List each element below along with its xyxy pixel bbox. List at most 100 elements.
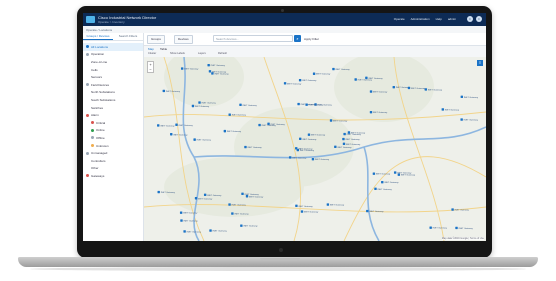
device-marker[interactable]: [231, 212, 234, 215]
menu-help[interactable]: Help: [436, 17, 442, 21]
device-marker[interactable]: [258, 123, 261, 127]
refresh-button[interactable]: Refresh: [218, 52, 227, 55]
device-marker[interactable]: [295, 147, 298, 150]
device-marker[interactable]: [429, 226, 432, 229]
tab-search-filters[interactable]: Search Filters: [113, 33, 143, 40]
device-marker[interactable]: [455, 226, 458, 230]
device-marker[interactable]: [223, 129, 227, 133]
sidebar-item[interactable]: Switches: [83, 104, 143, 112]
device-marker[interactable]: [228, 113, 231, 116]
device-marker[interactable]: [203, 193, 207, 197]
menu-user[interactable]: admin: [448, 17, 456, 21]
device-marker[interactable]: [392, 85, 395, 89]
show-labels-toggle[interactable]: Show Labels: [170, 52, 185, 55]
device-marker[interactable]: [298, 78, 302, 82]
device-marker[interactable]: [369, 110, 373, 114]
device-marker[interactable]: [300, 210, 304, 213]
device-marker[interactable]: [312, 72, 316, 75]
sidebar-item[interactable]: South Substations: [83, 96, 143, 104]
sidebar-item[interactable]: North Substations: [83, 89, 143, 97]
device-marker[interactable]: [193, 138, 196, 141]
sidebar-item[interactable]: Cells: [83, 66, 143, 74]
menu-administration[interactable]: Administration: [411, 17, 430, 21]
device-marker[interactable]: [244, 145, 247, 149]
sidebar-item[interactable]: Gateways: [83, 172, 143, 180]
device-marker[interactable]: [295, 204, 298, 208]
device-marker[interactable]: [441, 108, 445, 111]
sidebar-item[interactable]: All Locations: [83, 43, 143, 51]
sidebar-item[interactable]: Online: [83, 127, 143, 135]
device-marker[interactable]: [326, 203, 330, 206]
device-marker[interactable]: [198, 101, 201, 104]
device-marker[interactable]: [288, 156, 292, 159]
device-marker[interactable]: [381, 181, 384, 184]
sidebar-item[interactable]: Unknown: [83, 142, 143, 150]
sidebar-item[interactable]: Field Devices: [83, 81, 143, 89]
sidebar-item[interactable]: Zone-A Line: [83, 58, 143, 66]
device-marker[interactable]: [241, 192, 244, 195]
device-marker[interactable]: [180, 67, 184, 70]
device-marker[interactable]: [329, 119, 333, 122]
device-marker[interactable]: [307, 133, 311, 136]
device-marker[interactable]: [283, 82, 287, 85]
device-marker[interactable]: [297, 102, 300, 106]
layers-menu[interactable]: Layers: [198, 52, 206, 55]
device-marker[interactable]: [179, 211, 183, 214]
groups-button[interactable]: Groups: [147, 35, 165, 44]
device-marker[interactable]: [451, 208, 454, 211]
device-marker[interactable]: [191, 104, 195, 108]
menu-operate[interactable]: Operate: [394, 17, 405, 21]
device-marker[interactable]: [334, 145, 337, 149]
device-marker[interactable]: [305, 103, 308, 106]
apply-filter-link[interactable]: Apply Filter: [304, 37, 319, 41]
tab-table[interactable]: Table: [160, 47, 167, 51]
device-marker[interactable]: [342, 142, 346, 146]
search-icon[interactable]: ⌕: [294, 35, 301, 42]
device-marker[interactable]: [354, 78, 357, 81]
sidebar-item[interactable]: Sensors: [83, 73, 143, 81]
device-marker[interactable]: [393, 171, 397, 174]
device-marker[interactable]: [342, 137, 345, 141]
sidebar-item[interactable]: Critical: [83, 119, 143, 127]
device-marker[interactable]: [299, 137, 302, 141]
zoom-out-button[interactable]: −: [148, 67, 153, 72]
sidebar-item[interactable]: Operation: [83, 51, 143, 59]
device-marker[interactable]: [343, 132, 346, 136]
device-marker[interactable]: [239, 103, 242, 106]
device-marker[interactable]: [207, 63, 210, 67]
bell-icon[interactable]: •: [467, 16, 473, 22]
tab-groups-devices[interactable]: Groups / Devices: [83, 33, 113, 40]
device-marker[interactable]: [194, 197, 198, 200]
device-marker[interactable]: [208, 70, 212, 73]
device-marker[interactable]: [460, 118, 463, 121]
sidebar-item[interactable]: Alarm: [83, 111, 143, 119]
sidebar-item[interactable]: Controllers: [83, 157, 143, 165]
layers-icon[interactable]: ≡: [477, 60, 483, 66]
device-marker[interactable]: [209, 229, 212, 232]
device-marker[interactable]: [175, 123, 178, 126]
device-marker[interactable]: [183, 230, 186, 233]
sidebar-item[interactable]: Other: [83, 165, 143, 173]
device-marker[interactable]: [157, 190, 160, 194]
device-marker[interactable]: [228, 203, 231, 206]
device-marker[interactable]: [347, 131, 351, 134]
device-marker[interactable]: [407, 86, 411, 90]
device-marker[interactable]: [372, 172, 376, 175]
device-marker[interactable]: [157, 124, 160, 127]
cluster-toggle[interactable]: Cluster: [148, 52, 156, 55]
device-marker[interactable]: [332, 67, 335, 71]
tab-map[interactable]: Map: [148, 47, 154, 51]
device-marker[interactable]: [374, 187, 377, 191]
device-marker[interactable]: [366, 209, 369, 213]
sidebar-item[interactable]: Unmanaged: [83, 149, 143, 157]
device-marker[interactable]: [180, 219, 183, 222]
devices-button[interactable]: Devices: [174, 35, 193, 44]
sidebar-item[interactable]: Offline: [83, 134, 143, 142]
device-map[interactable]: INET Gateway INET Gateway INET Gateway INET…: [144, 57, 486, 241]
map-canvas[interactable]: INET GatewayINET GatewayINET GatewayINET…: [144, 57, 486, 241]
device-marker[interactable]: [240, 224, 243, 227]
device-marker[interactable]: [162, 89, 166, 93]
search-input[interactable]: Search devices...: [213, 35, 293, 42]
device-marker[interactable]: [369, 90, 373, 93]
device-marker[interactable]: [460, 95, 464, 98]
